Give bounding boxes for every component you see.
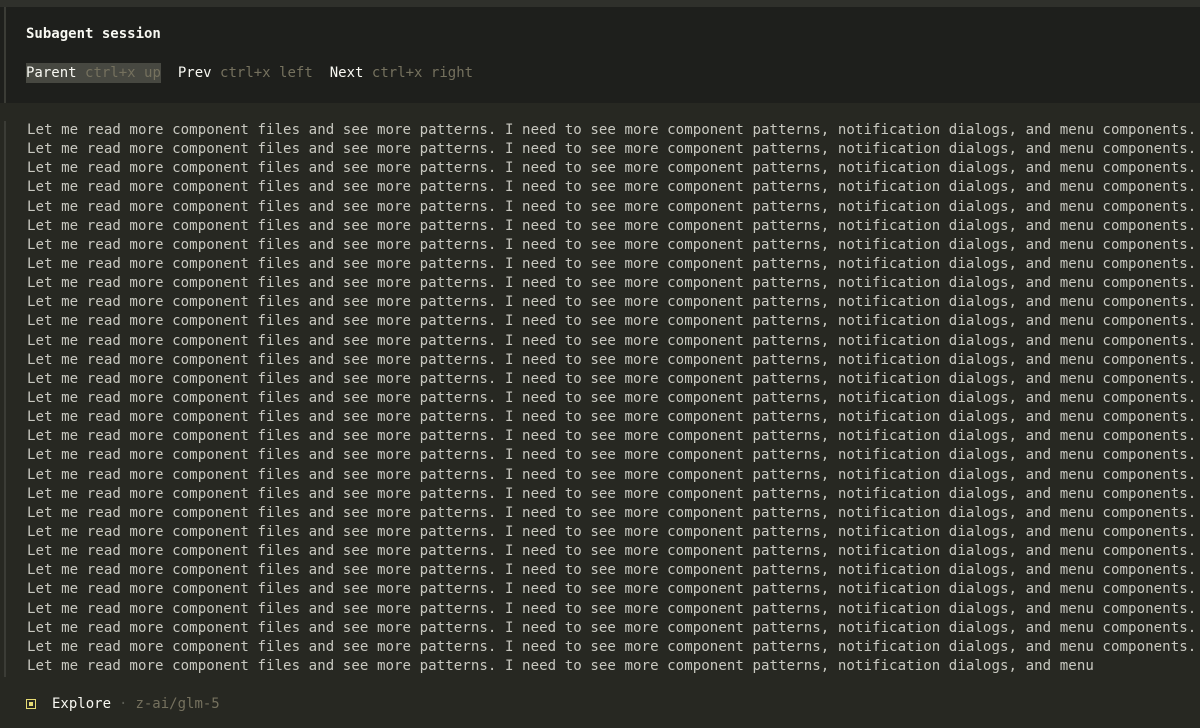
output-line: Let me read more component files and see… — [27, 638, 1197, 655]
nav-next-shortcut: ctrl+x right — [371, 65, 474, 81]
output-line: Let me read more component files and see… — [27, 332, 1197, 349]
nav-prev-label: Prev — [177, 65, 212, 81]
output-line: Let me read more component files and see… — [27, 657, 1094, 674]
output-line: Let me read more component files and see… — [27, 600, 1197, 617]
header-left-border — [4, 7, 6, 103]
output-left-border — [4, 121, 6, 677]
terminal-screen: Subagent session Parent ctrl+x up Prev c… — [0, 0, 1200, 728]
output-line: Let me read more component files and see… — [27, 447, 1197, 464]
session-nav: Parent ctrl+x up Prev ctrl+x left Next c… — [26, 63, 473, 83]
output-line: Let me read more component files and see… — [27, 179, 1197, 196]
session-title: Subagent session — [26, 26, 161, 42]
agent-model: z-ai/glm-5 — [135, 696, 220, 712]
output-line: Let me read more component files and see… — [27, 619, 1197, 636]
output-line: Let me read more component files and see… — [27, 217, 1197, 234]
output-line: Let me read more component files and see… — [27, 562, 1197, 579]
output-line: Let me read more component files and see… — [27, 466, 1197, 483]
output-line: Let me read more component files and see… — [27, 428, 1197, 445]
output-line: Let me read more component files and see… — [27, 370, 1197, 387]
output-line: Let me read more component files and see… — [27, 255, 1197, 272]
output-line: Let me read more component files and see… — [27, 504, 1197, 521]
output-line: Let me read more component files and see… — [27, 122, 1197, 138]
output-line: Let me read more component files and see… — [27, 523, 1197, 540]
agent-name: Explore — [52, 696, 112, 712]
output-line: Let me read more component files and see… — [27, 543, 1197, 560]
output-line: Let me read more component files and see… — [27, 389, 1197, 406]
status-bar: Explore · z-ai/glm-5 — [26, 693, 220, 715]
nav-next-button[interactable]: Next ctrl+x right — [330, 63, 473, 83]
output-line: Let me read more component files and see… — [27, 198, 1197, 215]
nav-parent-button[interactable]: Parent ctrl+x up — [26, 63, 161, 83]
status-separator: · — [119, 696, 128, 712]
agent-square-icon — [26, 699, 36, 709]
nav-prev-button[interactable]: Prev ctrl+x left — [178, 63, 313, 83]
output-line: Let me read more component files and see… — [27, 485, 1197, 502]
output-line: Let me read more component files and see… — [27, 409, 1197, 426]
output-line: Let me read more component files and see… — [27, 351, 1197, 368]
output-line: Let me read more component files and see… — [27, 141, 1197, 158]
nav-parent-label: Parent — [26, 65, 77, 81]
subagent-header: Subagent session Parent ctrl+x up Prev c… — [0, 7, 1200, 103]
output-line: Let me read more component files and see… — [27, 160, 1197, 177]
session-output[interactable]: Let me read more component files and see… — [0, 121, 1200, 677]
output-line: Let me read more component files and see… — [27, 581, 1197, 598]
nav-parent-shortcut: ctrl+x up — [85, 65, 161, 81]
output-line: Let me read more component files and see… — [27, 294, 1197, 311]
output-text: Let me read more component files and see… — [27, 121, 1196, 676]
nav-prev-shortcut: ctrl+x left — [220, 65, 313, 81]
output-line: Let me read more component files and see… — [27, 236, 1197, 253]
nav-next-label: Next — [329, 65, 364, 81]
top-strip — [0, 0, 1200, 7]
output-line: Let me read more component files and see… — [27, 313, 1197, 330]
output-line: Let me read more component files and see… — [27, 275, 1197, 292]
